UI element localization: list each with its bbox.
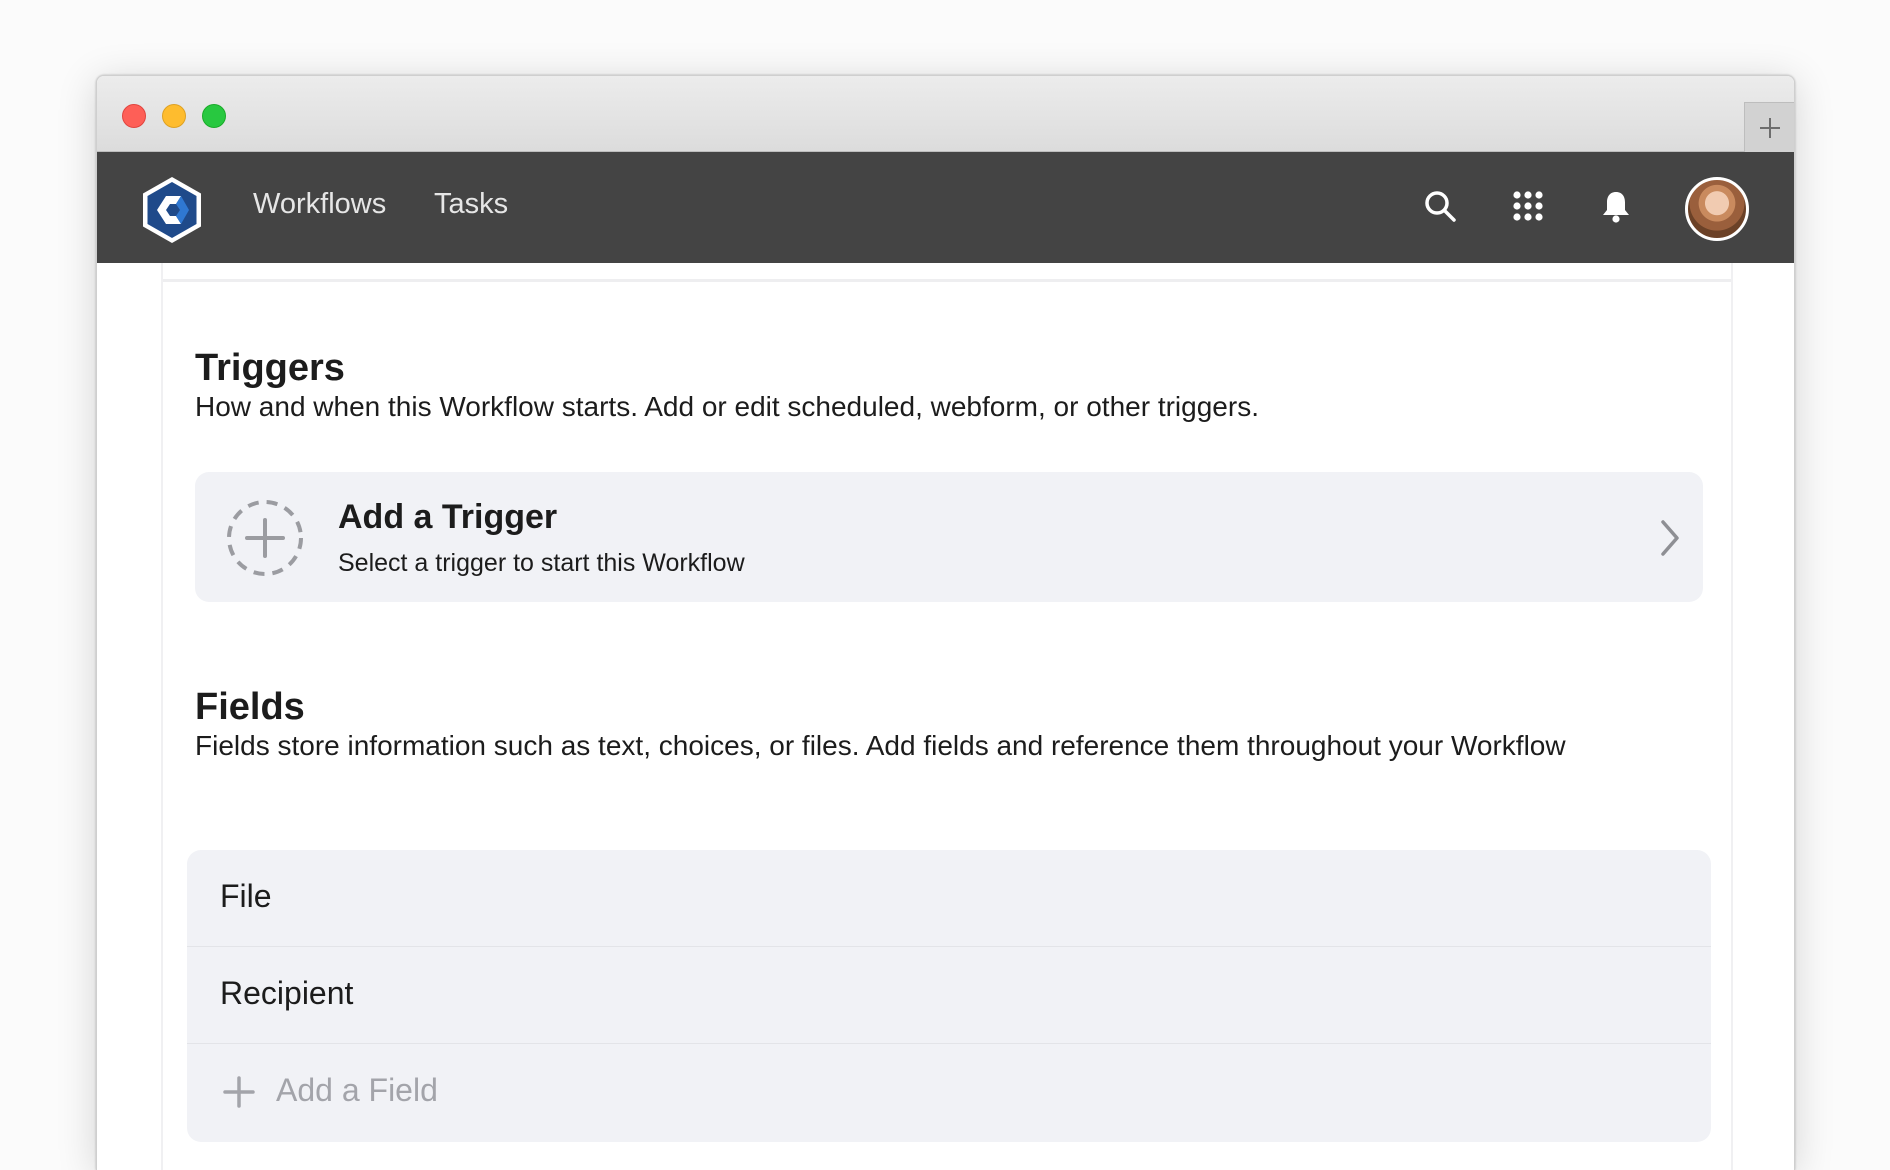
add-trigger-subtitle: Select a trigger to start this Workflow <box>338 549 745 577</box>
app-header: Workflows Tasks <box>97 152 1794 263</box>
triggers-heading: Triggers <box>195 347 345 389</box>
field-row-recipient[interactable]: Recipient <box>187 947 1711 1044</box>
workflow-logo-icon[interactable] <box>136 174 208 246</box>
apps-grid-icon[interactable] <box>1510 188 1546 224</box>
plus-icon <box>1759 117 1780 138</box>
panel-divider <box>163 279 1731 282</box>
add-circle-dashed-icon <box>227 500 303 576</box>
add-trigger-card[interactable]: Add a Trigger Select a trigger to start … <box>195 472 1703 602</box>
add-field-label: Add a Field <box>276 1072 438 1108</box>
new-tab-button[interactable] <box>1744 102 1794 152</box>
chevron-right-icon <box>1661 520 1679 556</box>
field-label: File <box>220 878 272 914</box>
nav-workflows[interactable]: Workflows <box>253 188 386 221</box>
window-titlebar <box>97 76 1794 152</box>
plus-icon <box>223 1076 255 1108</box>
desktop: Workflows Tasks Triggers How and when th… <box>0 0 1890 1170</box>
zoom-window-button[interactable] <box>202 104 226 128</box>
field-row-file[interactable]: File <box>187 850 1711 947</box>
fields-description: Fields store information such as text, c… <box>195 730 1566 761</box>
field-label: Recipient <box>220 975 354 1011</box>
fields-list: File Recipient Add a Field <box>187 850 1711 1142</box>
workflow-editor-content: Triggers How and when this Workflow star… <box>97 263 1794 1170</box>
close-window-button[interactable] <box>122 104 146 128</box>
bell-icon[interactable] <box>1598 188 1634 224</box>
workflow-settings-panel: Triggers How and when this Workflow star… <box>161 263 1733 1170</box>
triggers-description: How and when this Workflow starts. Add o… <box>195 391 1259 422</box>
fields-heading: Fields <box>195 686 305 728</box>
browser-window: Workflows Tasks Triggers How and when th… <box>96 75 1795 1170</box>
add-field-button[interactable]: Add a Field <box>187 1044 1711 1141</box>
add-trigger-title: Add a Trigger <box>338 498 558 536</box>
nav-tasks[interactable]: Tasks <box>434 188 508 221</box>
search-icon[interactable] <box>1422 188 1458 224</box>
user-avatar[interactable] <box>1685 177 1749 241</box>
minimize-window-button[interactable] <box>162 104 186 128</box>
